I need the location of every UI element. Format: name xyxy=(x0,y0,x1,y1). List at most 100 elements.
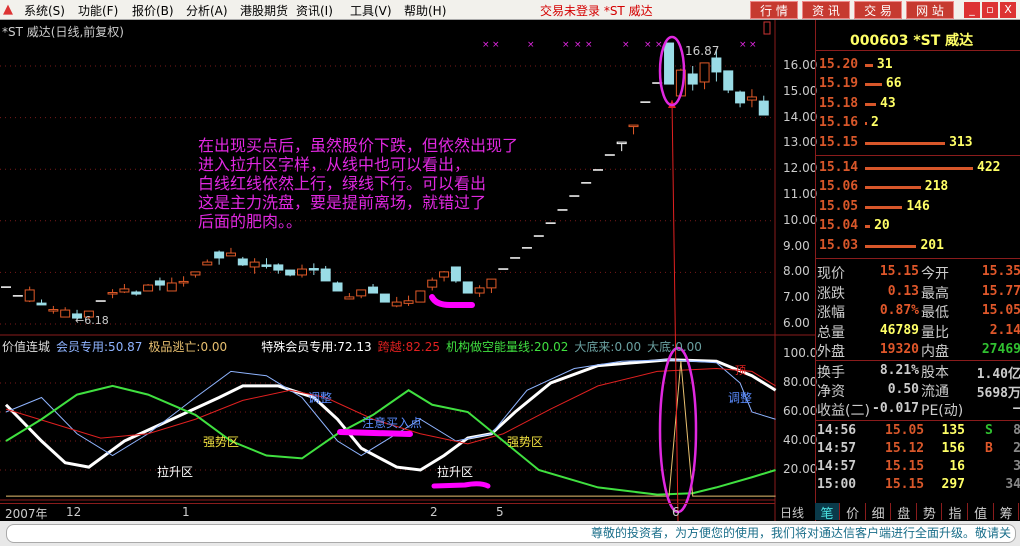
candle-body xyxy=(320,268,331,282)
volume-bar xyxy=(865,186,921,190)
fin-label: PE(动) xyxy=(921,403,964,419)
status-ticker: 尊敬的投资者，为方便您的使用，我们将对通达信客户端进行全面升级。敬请关 xyxy=(6,524,1016,543)
stock-title: 000603 *ST 威达 xyxy=(850,33,974,49)
candle-body xyxy=(699,62,710,83)
rise-zone-label: 拉升区 xyxy=(437,465,474,479)
price-tick: 9.00 xyxy=(783,238,810,253)
candle-body xyxy=(746,96,757,101)
fin-value: 1.40亿 xyxy=(976,367,1020,382)
annotation-line: 进入拉升区字样，从线中也可以看出， xyxy=(198,155,471,174)
tab-5[interactable]: 指 xyxy=(943,503,968,522)
price: 15.20 xyxy=(819,57,859,72)
stat-label: 涨幅 xyxy=(817,305,845,321)
marker-stroke xyxy=(431,481,491,489)
tab-2[interactable]: 细 xyxy=(866,503,892,522)
fin-value: — xyxy=(1013,401,1020,416)
indicator-tick: 20.00 xyxy=(783,462,818,476)
annotation-line: 在出现买点后，虽然股价下跌，但依然出现了 xyxy=(198,136,519,155)
menu-function[interactable]: 功能(F) xyxy=(78,2,118,19)
tick-volume: 135 xyxy=(941,423,965,438)
volume: 2 xyxy=(871,115,879,131)
price-tick: 12.00 xyxy=(783,161,818,176)
stat-label: 现价 xyxy=(817,266,845,282)
stat-row: 涨幅 0.87% 最低 15.05 xyxy=(817,303,1020,321)
volume: 43 xyxy=(880,95,896,111)
tick-volume: 16 xyxy=(949,459,965,474)
candle-body xyxy=(131,291,142,295)
signal-marker-icon: × xyxy=(574,40,582,50)
buy-point-label: 注意买入点 xyxy=(362,416,423,430)
menu-system[interactable]: 系统(S) xyxy=(24,2,65,19)
price-tick: 8.00 xyxy=(783,264,810,279)
volume-bar xyxy=(865,205,903,209)
bid-row: 15.06 218 xyxy=(819,179,1019,197)
volume: 20 xyxy=(874,218,890,234)
restore-button[interactable]: ▫ xyxy=(982,2,998,18)
volume: 31 xyxy=(876,57,893,72)
trade-button[interactable]: 交 易 xyxy=(854,1,902,19)
fin-value: 0.50 xyxy=(887,382,919,397)
stat-value: 15.05 xyxy=(981,303,1020,318)
kline-chart[interactable]: × × × × × × × × × × × xyxy=(0,20,815,521)
period-button[interactable]: 日线 xyxy=(780,504,804,521)
menu-info[interactable]: 资讯(I) xyxy=(296,2,333,19)
price-tick: 14.00 xyxy=(783,109,818,124)
divider xyxy=(815,155,1020,156)
candle-body xyxy=(439,271,450,278)
tick-time: 14:56 xyxy=(817,423,857,438)
price: 15.14 xyxy=(819,160,859,175)
candle-body xyxy=(297,268,307,276)
stat-value: 27469 xyxy=(981,342,1020,357)
ask-row: 15.16 2 xyxy=(819,115,1019,133)
stat-value: 0.87% xyxy=(879,303,919,318)
candle-body xyxy=(60,309,71,318)
news-button[interactable]: 资 讯 xyxy=(802,1,850,19)
divider xyxy=(815,50,1020,51)
stat-value: 15.77 xyxy=(981,283,1020,299)
price: 15.05 xyxy=(819,198,859,214)
fin-label: 净资 xyxy=(817,384,845,400)
fin-value: 5698万 xyxy=(976,386,1020,401)
stat-label: 量比 xyxy=(921,324,949,341)
stat-row: 涨跌 0.13 最高 15.77 xyxy=(817,283,1020,302)
website-button[interactable]: 网 站 xyxy=(906,1,954,19)
menu-analysis[interactable]: 分析(A) xyxy=(186,2,228,19)
tab-0[interactable]: 笔 xyxy=(815,503,840,522)
menu-quote[interactable]: 报价(B) xyxy=(132,2,174,19)
signal-marker-icon: × xyxy=(622,40,630,50)
tab-7[interactable]: 筹 xyxy=(994,503,1020,522)
fin-label: 流通 xyxy=(921,384,949,400)
tab-4[interactable]: 势 xyxy=(917,503,943,522)
candle-body xyxy=(143,284,154,292)
price-tick: 13.00 xyxy=(783,135,818,150)
signal-marker-icon: × xyxy=(655,40,663,50)
tab-3[interactable]: 盘 xyxy=(892,503,917,522)
tab-6[interactable]: 值 xyxy=(969,503,994,522)
volume-bar xyxy=(865,244,917,248)
volume-bar xyxy=(865,225,871,229)
signal-marker-icon: × xyxy=(492,40,500,50)
adjust-label: 调整 xyxy=(728,391,753,405)
tick-price: 15.05 xyxy=(885,423,925,438)
fin-row: 换手 8.21% 股本 1.40亿 xyxy=(817,363,1020,382)
market-button[interactable]: 行 情 xyxy=(750,1,798,19)
candle-body xyxy=(166,282,177,292)
indicator-legend: 价值连城 会员专用:50.87 极品逃亡:0.00 特殊会员专用:72.13 跨越:82… xyxy=(2,338,708,355)
tab-1[interactable]: 价 xyxy=(841,503,866,522)
close-button[interactable]: X xyxy=(1000,2,1016,18)
strong-zone-label: 强势区 xyxy=(203,435,240,449)
volume: 218 xyxy=(924,179,949,195)
volume: 422 xyxy=(977,160,1001,175)
app-logo-icon: ▲ xyxy=(3,2,13,17)
annotation-line: 白线红线依然上行，绿线下行。可以看出 xyxy=(198,174,487,193)
menu-help[interactable]: 帮助(H) xyxy=(404,2,446,19)
indicator-tick: 40.00 xyxy=(783,433,818,447)
volume-bar xyxy=(865,102,876,106)
candle-body xyxy=(758,100,769,116)
menu-tools[interactable]: 工具(V) xyxy=(350,2,392,19)
menu-hk-futures[interactable]: 港股期货 xyxy=(240,2,288,19)
price-tick: 11.00 xyxy=(783,187,818,201)
price: 15.18 xyxy=(819,95,859,111)
legend-item: 大底:0.00 xyxy=(647,340,702,354)
minimize-button[interactable]: _ xyxy=(964,2,980,18)
